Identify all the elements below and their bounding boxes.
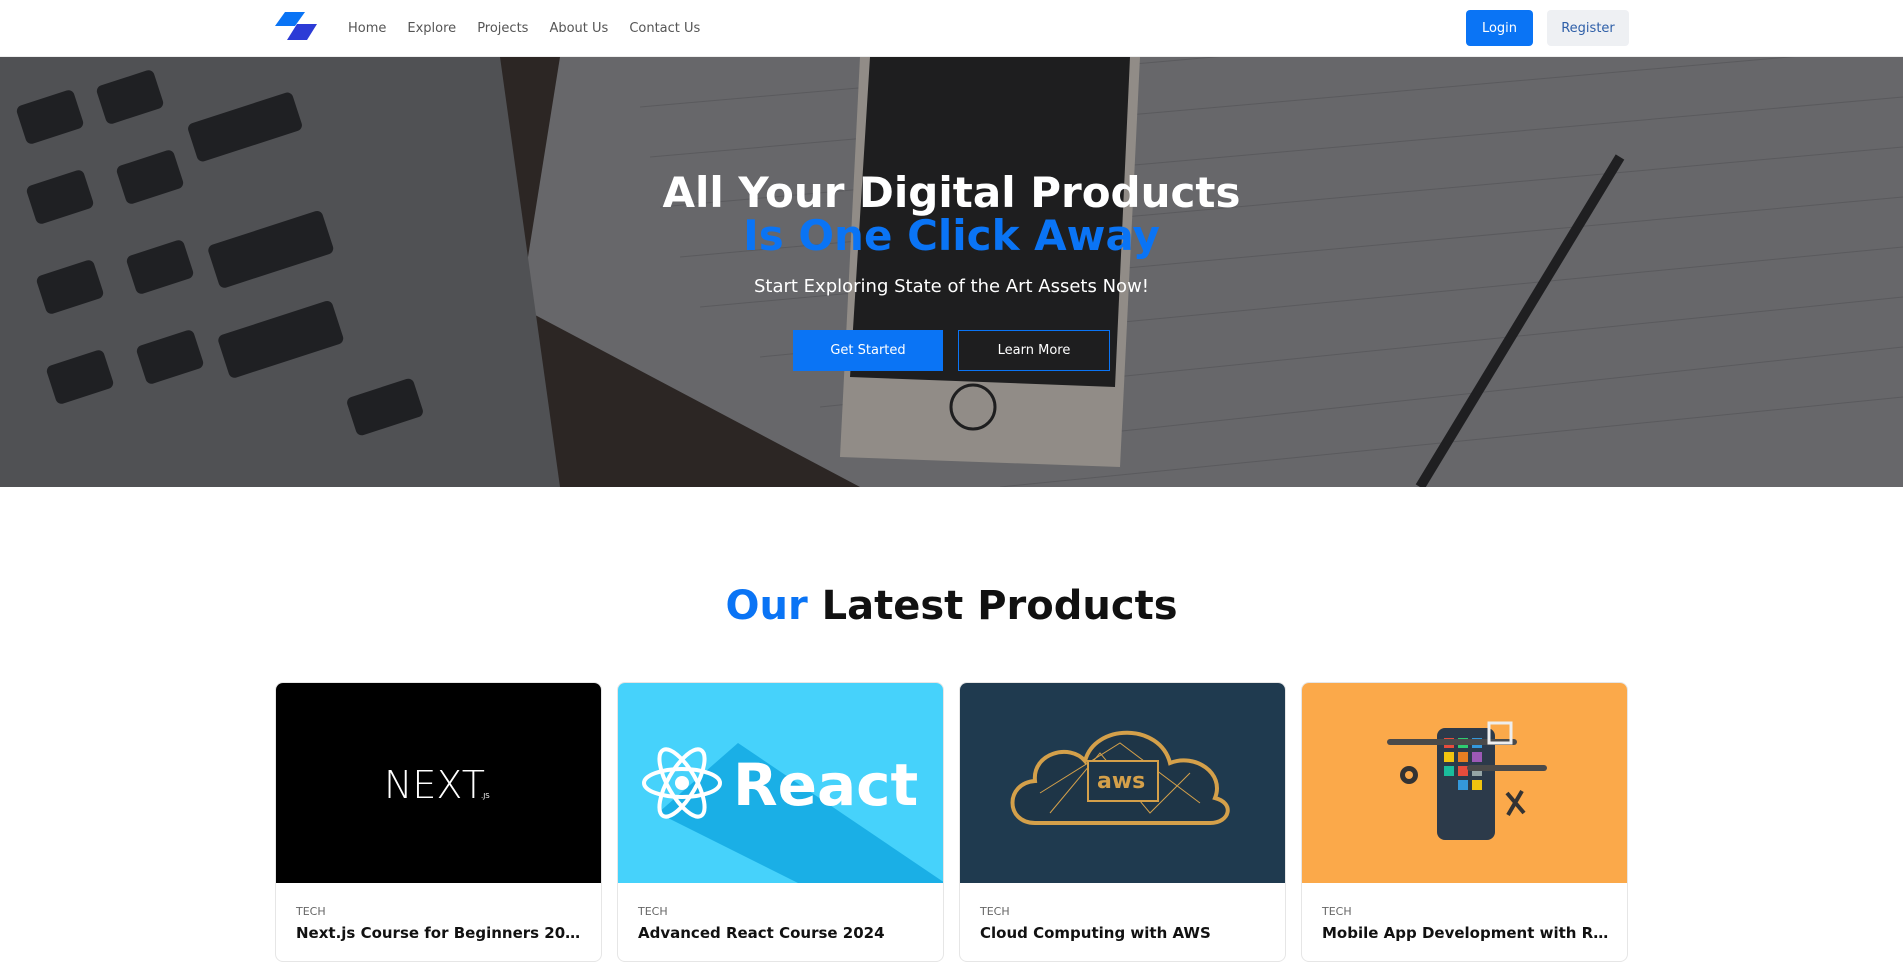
hero-banner: All Your Digital Products Is One Click A… bbox=[0, 57, 1903, 487]
product-card[interactable]: TECH Mobile App Development with React N… bbox=[1301, 682, 1628, 962]
section-title-accent: Our bbox=[725, 583, 808, 629]
product-card[interactable]: NEXT .JS TECH Next.js Course for Beginne… bbox=[275, 682, 602, 962]
product-card[interactable]: React TECH Advanced React Course 2024 bbox=[617, 682, 944, 962]
product-category: TECH bbox=[980, 905, 1010, 918]
product-title[interactable]: Cloud Computing with AWS bbox=[980, 924, 1270, 942]
product-thumbnail-mobile-app bbox=[1302, 683, 1627, 883]
nav-about-us[interactable]: About Us bbox=[549, 21, 608, 36]
product-card[interactable]: aws TECH Cloud Computing with AWS bbox=[959, 682, 1286, 962]
hero-title-line1: All Your Digital Products bbox=[662, 168, 1241, 217]
product-category: TECH bbox=[638, 905, 668, 918]
site-header: Home Explore Projects About Us Contact U… bbox=[0, 0, 1903, 57]
main-nav: Home Explore Projects About Us Contact U… bbox=[348, 0, 700, 57]
login-button[interactable]: Login bbox=[1466, 10, 1533, 46]
product-grid: NEXT .JS TECH Next.js Course for Beginne… bbox=[275, 682, 1629, 962]
register-button[interactable]: Register bbox=[1547, 10, 1629, 46]
learn-more-button[interactable]: Learn More bbox=[958, 330, 1110, 371]
hero-subtitle: Start Exploring State of the Art Assets … bbox=[753, 276, 1150, 297]
product-category: TECH bbox=[296, 905, 326, 918]
product-title[interactable]: Advanced React Course 2024 bbox=[638, 924, 928, 942]
product-category: TECH bbox=[1322, 905, 1352, 918]
product-thumbnail-react: React bbox=[618, 683, 943, 883]
thumb-text: NEXT bbox=[384, 763, 485, 807]
nav-home[interactable]: Home bbox=[348, 21, 386, 36]
nav-contact-us[interactable]: Contact Us bbox=[629, 21, 700, 36]
hero-background-image bbox=[0, 57, 1903, 487]
product-title[interactable]: Mobile App Development with React Native bbox=[1322, 924, 1612, 942]
section-title-rest: Latest Products bbox=[821, 583, 1178, 629]
nav-projects[interactable]: Projects bbox=[477, 21, 528, 36]
product-title[interactable]: Next.js Course for Beginners 2024 bbox=[296, 924, 586, 942]
brand-logo[interactable] bbox=[275, 12, 319, 42]
product-thumbnail-aws: aws bbox=[960, 683, 1285, 883]
nav-explore[interactable]: Explore bbox=[407, 21, 456, 36]
section-title: Our Latest Products bbox=[0, 583, 1903, 629]
product-thumbnail-nextjs: NEXT .JS bbox=[276, 683, 601, 883]
thumb-text: React bbox=[733, 751, 918, 819]
hero-title-line2: Is One Click Away bbox=[743, 211, 1160, 260]
get-started-button[interactable]: Get Started bbox=[793, 330, 943, 371]
thumb-text: aws bbox=[1097, 769, 1145, 794]
thumb-subtext: .JS bbox=[481, 792, 490, 800]
